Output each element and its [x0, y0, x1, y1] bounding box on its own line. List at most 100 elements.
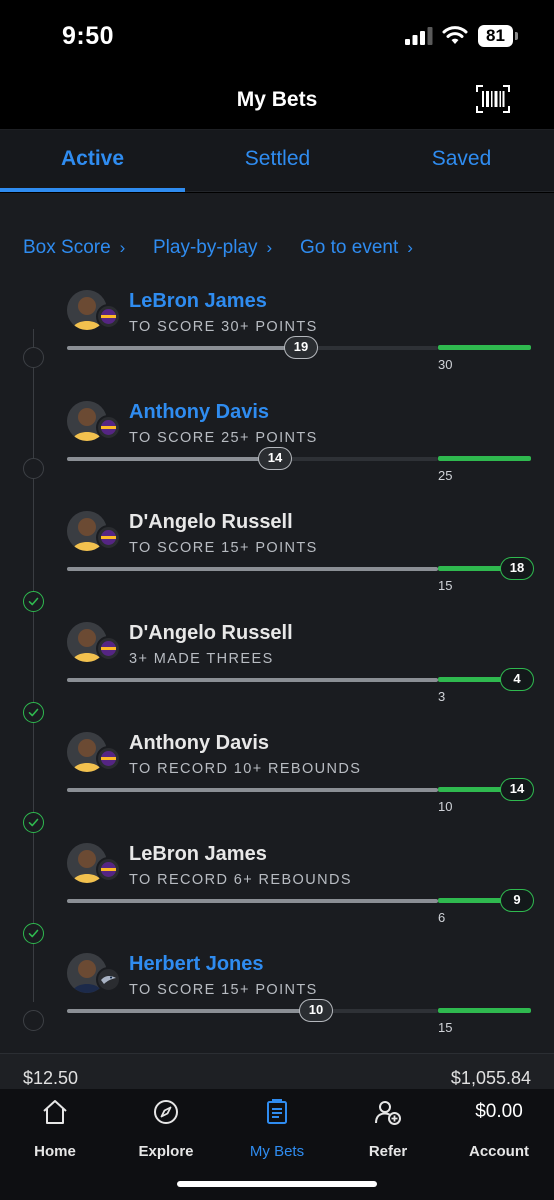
player-name[interactable]: D'Angelo Russell: [129, 511, 293, 534]
progress-track: [67, 1009, 438, 1013]
checkmark-icon: [28, 597, 39, 606]
stake-amount: $12.50: [23, 1068, 79, 1088]
target-bar: [438, 345, 531, 350]
team-logo: [96, 856, 121, 882]
nav-refer[interactable]: Refer: [333, 1097, 443, 1160]
progress-fill: [67, 567, 438, 571]
current-stat-badge: 14: [258, 446, 292, 470]
nav-refer-label: Refer: [368, 1143, 408, 1160]
go-to-event-label: Go to event: [300, 237, 399, 258]
current-stat-badge: 18: [500, 557, 534, 580]
team-logo: [96, 746, 121, 771]
target-value: 25: [438, 467, 453, 483]
tab-active[interactable]: Active: [0, 130, 185, 192]
team-logo: [96, 525, 121, 550]
nav-my-bets[interactable]: My Bets: [222, 1097, 332, 1160]
checkmark-icon: [28, 929, 39, 937]
bet-tabs: Active Settled Saved: [0, 130, 554, 192]
payout-amount: $1,055.84: [450, 1068, 531, 1088]
page-title: My Bets: [236, 88, 318, 111]
bet-leg[interactable]: Anthony Davis TO SCORE 25+ POINTS 25 14: [0, 400, 554, 511]
progress-track: [67, 677, 438, 682]
bet-leg[interactable]: Anthony Davis TO RECORD 10+ REBOUNDS 10 …: [0, 732, 554, 842]
progress-fill: [67, 898, 438, 903]
play-by-play-link[interactable]: Play-by-play ›: [153, 237, 272, 259]
bet-leg[interactable]: Herbert Jones TO SCORE 15+ POINTS 15 10: [0, 953, 554, 1063]
status-bar: 9:50 81: [0, 0, 554, 72]
progress-track: [67, 346, 438, 350]
active-tab-indicator: [0, 188, 185, 192]
nav-account[interactable]: $0.00 Account: [444, 1097, 554, 1160]
prop-description: TO SCORE 25+ POINTS: [129, 429, 318, 446]
header: My Bets: [0, 72, 554, 130]
barcode-icon[interactable]: [476, 85, 510, 113]
leg-won-indicator: [23, 701, 44, 723]
nav-my-bets-label: My Bets: [249, 1143, 305, 1160]
bet-summary: $12.50 $1,055.84: [0, 1053, 554, 1089]
chevron-right-icon: ›: [119, 238, 126, 257]
tab-settled[interactable]: Settled: [185, 130, 370, 192]
nav-explore[interactable]: Explore: [111, 1097, 221, 1160]
target-value: 6: [438, 909, 446, 925]
chevron-right-icon: ›: [407, 238, 413, 257]
home-icon: [43, 1100, 67, 1124]
nav-home-label: Home: [34, 1143, 76, 1160]
battery-level: 81: [486, 26, 505, 45]
target-value: 10: [438, 799, 453, 814]
nav-account-label: Account: [469, 1143, 529, 1160]
account-balance: $0.00: [475, 1101, 523, 1122]
target-value: 3: [438, 688, 446, 704]
battery-indicator: 81: [478, 25, 518, 47]
bet-detail: Box Score › Play-by-play › Go to event › Le…: [0, 193, 554, 1053]
target-value: 30: [438, 357, 453, 372]
current-stat-badge: 19: [284, 336, 318, 359]
leg-pending-indicator: [23, 1010, 44, 1031]
prop-description: TO RECORD 10+ REBOUNDS: [129, 761, 362, 777]
nav-home[interactable]: Home: [0, 1097, 110, 1160]
status-time: 9:50: [62, 22, 115, 50]
leg-won-indicator: [23, 922, 44, 944]
team-logo: [96, 635, 121, 661]
bet-leg[interactable]: D'Angelo Russell TO SCORE 15+ POINTS 15 …: [0, 511, 554, 621]
player-name[interactable]: Herbert Jones: [129, 953, 264, 976]
bet-leg[interactable]: LeBron James TO RECORD 6+ REBOUNDS 6 9: [0, 842, 554, 953]
chevron-right-icon: ›: [266, 238, 273, 257]
player-name[interactable]: LeBron James: [129, 290, 267, 313]
target-value: 15: [438, 578, 453, 593]
go-to-event-link[interactable]: Go to event ›: [300, 237, 413, 259]
wifi-icon: [442, 26, 468, 44]
progress-fill: [67, 788, 438, 792]
player-name[interactable]: LeBron James: [129, 843, 267, 866]
prop-description: TO SCORE 30+ POINTS: [129, 319, 318, 335]
target-bar: [438, 455, 531, 461]
leg-won-indicator: [23, 812, 44, 833]
event-links: Box Score › Play-by-play › Go to event ›: [0, 237, 554, 263]
progress-track: [67, 456, 438, 461]
prop-description: TO SCORE 15+ POINTS: [129, 982, 318, 998]
box-score-label: Box Score: [23, 237, 111, 258]
home-indicator[interactable]: [177, 1181, 377, 1187]
checkmark-icon: [28, 818, 39, 827]
team-logo: [96, 414, 121, 440]
prop-description: 3+ MADE THREES: [129, 650, 274, 667]
player-name[interactable]: Anthony Davis: [129, 732, 269, 755]
betslip-icon: [267, 1099, 287, 1124]
player-name[interactable]: D'Angelo Russell: [129, 622, 293, 645]
tab-saved[interactable]: Saved: [369, 130, 554, 192]
box-score-link[interactable]: Box Score ›: [23, 237, 125, 259]
progress-track: [67, 898, 438, 903]
progress-fill: [67, 677, 438, 682]
target-bar: [438, 1008, 531, 1013]
progress-track: [67, 567, 438, 571]
player-name[interactable]: Anthony Davis: [129, 401, 269, 424]
team-logo: [96, 304, 121, 329]
current-stat-badge: 9: [500, 888, 534, 912]
compass-icon: [154, 1100, 178, 1124]
progress-track: [67, 788, 438, 792]
leg-pending-indicator: [23, 347, 44, 368]
team-logo: [96, 967, 121, 992]
nav-explore-label: Explore: [138, 1143, 194, 1160]
bet-leg[interactable]: LeBron James TO SCORE 30+ POINTS 30 19: [0, 290, 554, 400]
progress-fill: [67, 456, 275, 461]
bet-leg[interactable]: D'Angelo Russell 3+ MADE THREES 3 4: [0, 621, 554, 732]
